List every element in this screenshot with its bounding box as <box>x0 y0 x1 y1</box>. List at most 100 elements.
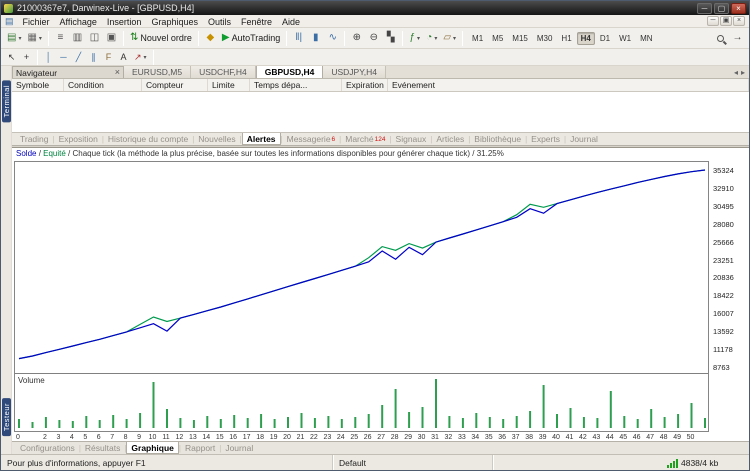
tile-windows-button[interactable]: ▚ <box>382 30 399 47</box>
terminal-tab-biblioth-que[interactable]: Bibliothèque <box>470 133 525 145</box>
timeframe-h4[interactable]: H4 <box>577 32 595 45</box>
menu-insertion[interactable]: Insertion <box>102 17 147 27</box>
terminal-tab-alertes[interactable]: Alertes <box>242 133 281 145</box>
zoom-in-button[interactable]: ⊕ <box>348 30 365 47</box>
new-order-button[interactable]: ⇅Nouvel ordre <box>127 30 195 47</box>
scroll-left-icon[interactable]: ◂ <box>734 68 738 77</box>
timeframe-h1[interactable]: H1 <box>557 32 575 45</box>
timeframe-mn[interactable]: MN <box>636 32 656 45</box>
tester-tab-graphique[interactable]: Graphique <box>126 442 179 454</box>
tester-tab-configurations[interactable]: Configurations <box>16 442 79 454</box>
tester-panel-caption[interactable]: Testeur <box>2 398 11 436</box>
docked-captions-gutter: Terminal Testeur <box>1 66 12 454</box>
terminal-tab-journal[interactable]: Journal <box>566 133 602 145</box>
dropdown-caret-icon[interactable]: ▾ <box>434 35 437 42</box>
search-button[interactable] <box>712 30 729 47</box>
minimize-button[interactable]: ─ <box>697 3 712 14</box>
terminal-tab-experts[interactable]: Experts <box>527 133 564 145</box>
dropdown-caret-icon[interactable]: ▾ <box>417 35 420 42</box>
graph-plot-area[interactable] <box>14 161 709 432</box>
new-order-button-label: Nouvel ordre <box>140 33 192 43</box>
x-axis-label: 0 <box>12 434 26 441</box>
mdi-minimize-button[interactable]: ─ <box>707 16 719 26</box>
horizontal-line-button[interactable]: ─ <box>56 50 71 64</box>
menu-fichier[interactable]: Fichier <box>18 17 55 27</box>
column-header-limite[interactable]: Limite <box>208 79 250 91</box>
timeframe-w1[interactable]: W1 <box>615 32 635 45</box>
line-chart-button[interactable]: ∿ <box>324 30 341 47</box>
terminal-tab-messagerie[interactable]: Messagerie6 <box>283 133 340 145</box>
menu-aide[interactable]: Aide <box>277 17 305 27</box>
timeframe-m1[interactable]: M1 <box>468 32 487 45</box>
terminal-button[interactable]: ▣ <box>103 30 120 47</box>
dropdown-caret-icon[interactable]: ▾ <box>18 35 21 42</box>
tester-tab-rapport[interactable]: Rapport <box>181 442 219 454</box>
terminal-panel-caption[interactable]: Terminal <box>2 80 11 122</box>
forward-button[interactable]: → <box>729 30 746 47</box>
trendline-button[interactable]: ╱ <box>71 50 86 64</box>
chart-tab-eurusd-m5[interactable]: EURUSD,M5 <box>124 66 191 78</box>
new-chart-button[interactable]: ▤▾ <box>4 30 24 47</box>
menu-fen-tre[interactable]: Fenêtre <box>236 17 277 27</box>
column-header-temps-d-pa[interactable]: Temps dépa... <box>250 79 342 91</box>
data-window-button[interactable]: ▥ <box>69 30 86 47</box>
profiles-button[interactable]: ▦▾ <box>24 30 44 47</box>
terminal-tab-exposition[interactable]: Exposition <box>55 133 102 145</box>
column-header-symbole[interactable]: Symbole <box>12 79 64 91</box>
column-header-expiration[interactable]: Expiration <box>342 79 388 91</box>
timeframe-m15[interactable]: M15 <box>508 32 532 45</box>
column-header-ev-nement[interactable]: Evénement <box>388 79 749 91</box>
bar-chart-button[interactable]: ‖| <box>290 30 307 47</box>
timeframe-m30[interactable]: M30 <box>533 32 557 45</box>
menu-affichage[interactable]: Affichage <box>55 17 102 27</box>
status-profile[interactable]: Default <box>333 455 493 470</box>
chart-tab-gbpusd-h4[interactable]: GBPUSD,H4 <box>256 66 324 78</box>
mdi-restore-button[interactable]: ▣ <box>720 16 732 26</box>
vertical-line-button[interactable]: │ <box>41 50 56 64</box>
candlestick-chart-button[interactable]: ▮ <box>307 30 324 47</box>
terminal-tab-march[interactable]: Marché124 <box>341 133 389 145</box>
column-header-compteur[interactable]: Compteur <box>142 79 208 91</box>
timeframe-d1[interactable]: D1 <box>596 32 614 45</box>
volume-bar <box>85 416 87 428</box>
chart-tab-usdjpy-h4[interactable]: USDJPY,H4 <box>323 66 386 78</box>
dropdown-caret-icon[interactable]: ▾ <box>39 35 42 42</box>
templates-button[interactable]: ▱▾ <box>440 30 459 47</box>
zoom-out-button[interactable]: ⊖ <box>365 30 382 47</box>
terminal-tab-signaux[interactable]: Signaux <box>392 133 431 145</box>
autotrading-button[interactable]: ▶AutoTrading <box>219 30 283 47</box>
column-header-condition[interactable]: Condition <box>64 79 142 91</box>
maximize-button[interactable]: ▢ <box>714 3 729 14</box>
periods-button[interactable]: ◔▾ <box>423 30 440 47</box>
menu-graphiques[interactable]: Graphiques <box>146 17 203 27</box>
menu-outils[interactable]: Outils <box>203 17 236 27</box>
alerts-list-empty[interactable] <box>12 92 749 132</box>
scroll-right-icon[interactable]: ▸ <box>741 68 745 77</box>
chart-tab-usdchf-h4[interactable]: USDCHF,H4 <box>191 66 256 78</box>
cursor-button[interactable]: ↖ <box>4 50 19 64</box>
arrows-button[interactable]: ↗▾ <box>131 50 150 64</box>
mdi-close-button[interactable]: × <box>733 16 745 26</box>
volume-bar <box>516 416 518 428</box>
terminal-tab-nouvelles[interactable]: Nouvelles <box>194 133 239 145</box>
timeframe-m5[interactable]: M5 <box>488 32 507 45</box>
tester-tab-r-sultats[interactable]: Résultats <box>81 442 124 454</box>
navigator-caption-bar[interactable]: Navigateur × <box>12 66 124 78</box>
navigator-close-icon[interactable]: × <box>115 68 120 77</box>
channel-button[interactable]: ∥ <box>86 50 101 64</box>
close-button[interactable]: × <box>731 3 746 14</box>
terminal-tab-historique-du-compte[interactable]: Historique du compte <box>104 133 192 145</box>
navigator-button[interactable]: ◫ <box>86 30 103 47</box>
metaeditor-button[interactable]: ◆ <box>202 30 219 47</box>
market-watch-button[interactable]: ≡ <box>52 30 69 47</box>
crosshair-button[interactable]: + <box>19 50 34 64</box>
text-button[interactable]: A <box>116 50 131 64</box>
dropdown-caret-icon[interactable]: ▾ <box>144 54 147 61</box>
dropdown-caret-icon[interactable]: ▾ <box>453 35 456 42</box>
terminal-tab-trading[interactable]: Trading <box>16 133 53 145</box>
indicators-button[interactable]: ƒ▾ <box>406 30 423 47</box>
fibonacci-button[interactable]: F <box>101 50 116 64</box>
terminal-tab-articles[interactable]: Articles <box>432 133 468 145</box>
tester-tab-journal[interactable]: Journal <box>221 442 257 454</box>
y-axis-label: 25666 <box>713 238 749 247</box>
